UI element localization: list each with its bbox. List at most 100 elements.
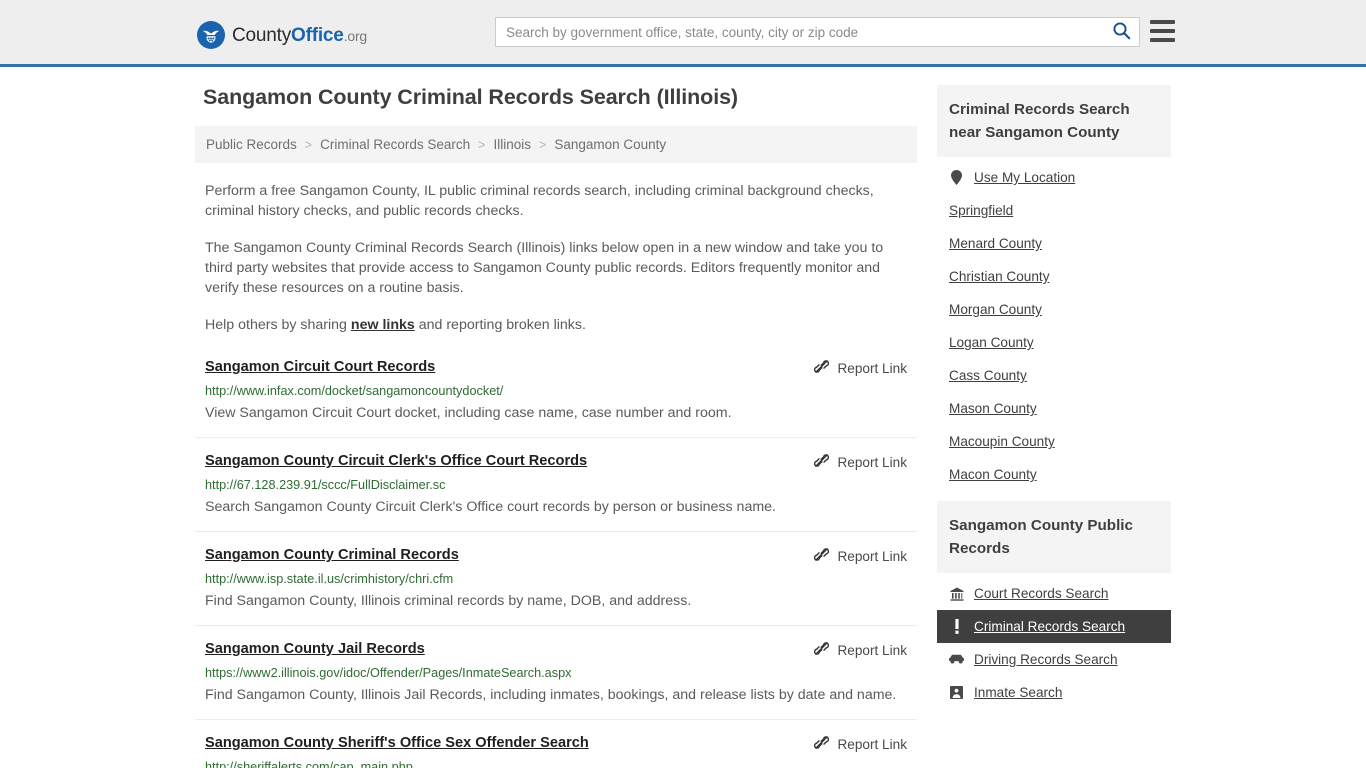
sidebar: Criminal Records Search near Sangamon Co…: [937, 85, 1171, 768]
sidebar-item-use-my-location[interactable]: Use My Location: [937, 161, 1171, 194]
sidebar-item-criminal-records-search[interactable]: Criminal Records Search: [937, 610, 1171, 643]
sidebar-item-macoupin-county[interactable]: Macoupin County: [937, 425, 1171, 458]
logo-text-org: .org: [343, 27, 368, 44]
sidebar-item-label: Logan County: [949, 335, 1034, 350]
result-header: Sangamon Circuit Court Records Report Li…: [205, 357, 907, 377]
car-icon: [949, 654, 964, 665]
breadcrumb-item-public-records[interactable]: Public Records: [205, 137, 298, 152]
result-url[interactable]: http://www.isp.state.il.us/crimhistory/c…: [205, 571, 907, 587]
sidebar-item-christian-county[interactable]: Christian County: [937, 260, 1171, 293]
sidebar-item-label: Springfield: [949, 203, 1014, 218]
breadcrumb: Public Records > Criminal Records Search…: [195, 126, 917, 163]
hamburger-menu-icon[interactable]: [1150, 20, 1175, 42]
report-link-label: Report Link: [837, 454, 907, 470]
jail-icon: [949, 686, 964, 699]
eagle-seal-icon: [197, 21, 225, 49]
result-url[interactable]: https://www2.illinois.gov/idoc/Offender/…: [205, 665, 907, 681]
result-description: Search Sangamon County Circuit Clerk's O…: [205, 499, 776, 515]
sidebar-item-label: Driving Records Search: [974, 652, 1118, 667]
broken-link-icon: [814, 453, 830, 471]
result-item: Sangamon County Jail Records Report Link: [195, 639, 917, 720]
sidebar-public-records-heading: Sangamon County Public Records: [937, 501, 1171, 573]
search-bar[interactable]: [495, 17, 1140, 47]
sidebar-nearby-list: Use My Location Springfield Menard Count…: [937, 157, 1171, 491]
main-column: Sangamon County Criminal Records Search …: [195, 85, 917, 768]
search-icon: [1112, 21, 1131, 43]
breadcrumb-separator: >: [478, 137, 486, 152]
breadcrumb-item-criminal-records-search[interactable]: Criminal Records Search: [319, 137, 471, 152]
report-link-label: Report Link: [837, 360, 907, 376]
breadcrumb-item-illinois[interactable]: Illinois: [492, 137, 532, 152]
breadcrumb-separator: >: [304, 137, 313, 152]
page-title: Sangamon County Criminal Records Search …: [203, 85, 738, 109]
result-title-link[interactable]: Sangamon Circuit Court Records: [205, 357, 435, 377]
report-link-button[interactable]: Report Link: [814, 547, 907, 565]
result-title-link[interactable]: Sangamon County Jail Records: [205, 639, 425, 659]
result-item: Sangamon County Criminal Records Report …: [195, 545, 917, 626]
result-title-link[interactable]: Sangamon County Criminal Records: [205, 545, 459, 565]
sidebar-item-court-records-search[interactable]: Court Records Search: [937, 577, 1171, 610]
report-link-button[interactable]: Report Link: [814, 735, 907, 753]
results-list: Sangamon Circuit Court Records Report Li…: [195, 357, 917, 768]
sidebar-item-springfield[interactable]: Springfield: [937, 194, 1171, 227]
result-header: Sangamon County Jail Records Report Link: [205, 639, 907, 659]
page-body: Sangamon County Criminal Records Search …: [0, 67, 1366, 768]
intro-section: Perform a free Sangamon County, IL publi…: [195, 181, 917, 335]
intro-paragraph-help: Help others by sharing new links and rep…: [205, 315, 907, 335]
sidebar-item-mason-county[interactable]: Mason County: [937, 392, 1171, 425]
result-description: Find Sangamon County, Illinois Jail Reco…: [205, 687, 897, 703]
sidebar-item-label: Morgan County: [949, 302, 1042, 317]
sidebar-item-label: Court Records Search: [974, 586, 1109, 601]
result-title-link[interactable]: Sangamon County Circuit Clerk's Office C…: [205, 451, 587, 471]
new-links-link[interactable]: new links: [351, 317, 415, 333]
report-link-button[interactable]: Report Link: [814, 453, 907, 471]
report-link-label: Report Link: [837, 736, 907, 752]
intro-paragraph-1: Perform a free Sangamon County, IL publi…: [205, 183, 874, 219]
sidebar-nearby-heading: Criminal Records Search near Sangamon Co…: [937, 85, 1171, 157]
result-description: Find Sangamon County, Illinois criminal …: [205, 593, 692, 609]
report-link-button[interactable]: Report Link: [814, 359, 907, 377]
hamburger-bar: [1150, 38, 1175, 42]
courthouse-icon: [949, 587, 964, 601]
search-button[interactable]: [1103, 18, 1139, 46]
search-input[interactable]: [496, 18, 1103, 46]
sidebar-item-driving-records-search[interactable]: Driving Records Search: [937, 643, 1171, 676]
result-description: View Sangamon Circuit Court docket, incl…: [205, 405, 732, 421]
broken-link-icon: [814, 359, 830, 377]
sidebar-section-public-records: Sangamon County Public Records Court Rec…: [937, 501, 1171, 709]
result-header: Sangamon County Criminal Records Report …: [205, 545, 907, 565]
sidebar-item-logan-county[interactable]: Logan County: [937, 326, 1171, 359]
sidebar-section-nearby: Criminal Records Search near Sangamon Co…: [937, 85, 1171, 491]
sidebar-item-inmate-search[interactable]: Inmate Search: [937, 676, 1171, 709]
sidebar-item-cass-county[interactable]: Cass County: [937, 359, 1171, 392]
breadcrumb-separator: >: [539, 137, 547, 152]
breadcrumb-item-sangamon-county[interactable]: Sangamon County: [553, 137, 667, 152]
help-prefix: Help others by sharing: [205, 317, 351, 333]
sidebar-item-label: Cass County: [949, 368, 1027, 383]
report-link-button[interactable]: Report Link: [814, 641, 907, 659]
sidebar-item-label: Use My Location: [974, 170, 1076, 185]
result-item: Sangamon County Sheriff's Office Sex Off…: [195, 733, 917, 768]
result-url[interactable]: http://sheriffalerts.com/cap_main.php: [205, 759, 907, 768]
result-url[interactable]: http://www.infax.com/docket/sangamoncoun…: [205, 383, 907, 399]
sidebar-item-morgan-county[interactable]: Morgan County: [937, 293, 1171, 326]
map-pin-icon: [949, 170, 964, 185]
sidebar-item-menard-county[interactable]: Menard County: [937, 227, 1171, 260]
broken-link-icon: [814, 547, 830, 565]
result-item: Sangamon County Circuit Clerk's Office C…: [195, 451, 917, 532]
broken-link-icon: [814, 735, 830, 753]
content-container: Sangamon County Criminal Records Search …: [195, 67, 1171, 768]
sidebar-item-label: Mason County: [949, 401, 1037, 416]
sidebar-item-label: Criminal Records Search: [974, 619, 1126, 634]
result-header: Sangamon County Sheriff's Office Sex Off…: [205, 733, 907, 753]
result-url[interactable]: http://67.128.239.91/sccc/FullDisclaimer…: [205, 477, 907, 493]
sidebar-item-label: Macoupin County: [949, 434, 1055, 449]
result-title-link[interactable]: Sangamon County Sheriff's Office Sex Off…: [205, 733, 589, 753]
report-link-label: Report Link: [837, 548, 907, 564]
site-header: CountyOffice.org: [0, 0, 1366, 67]
help-suffix: and reporting broken links.: [414, 317, 586, 333]
result-header: Sangamon County Circuit Clerk's Office C…: [205, 451, 907, 471]
sidebar-item-macon-county[interactable]: Macon County: [937, 458, 1171, 491]
sidebar-item-label: Menard County: [949, 236, 1042, 251]
site-logo[interactable]: CountyOffice.org: [197, 21, 367, 49]
